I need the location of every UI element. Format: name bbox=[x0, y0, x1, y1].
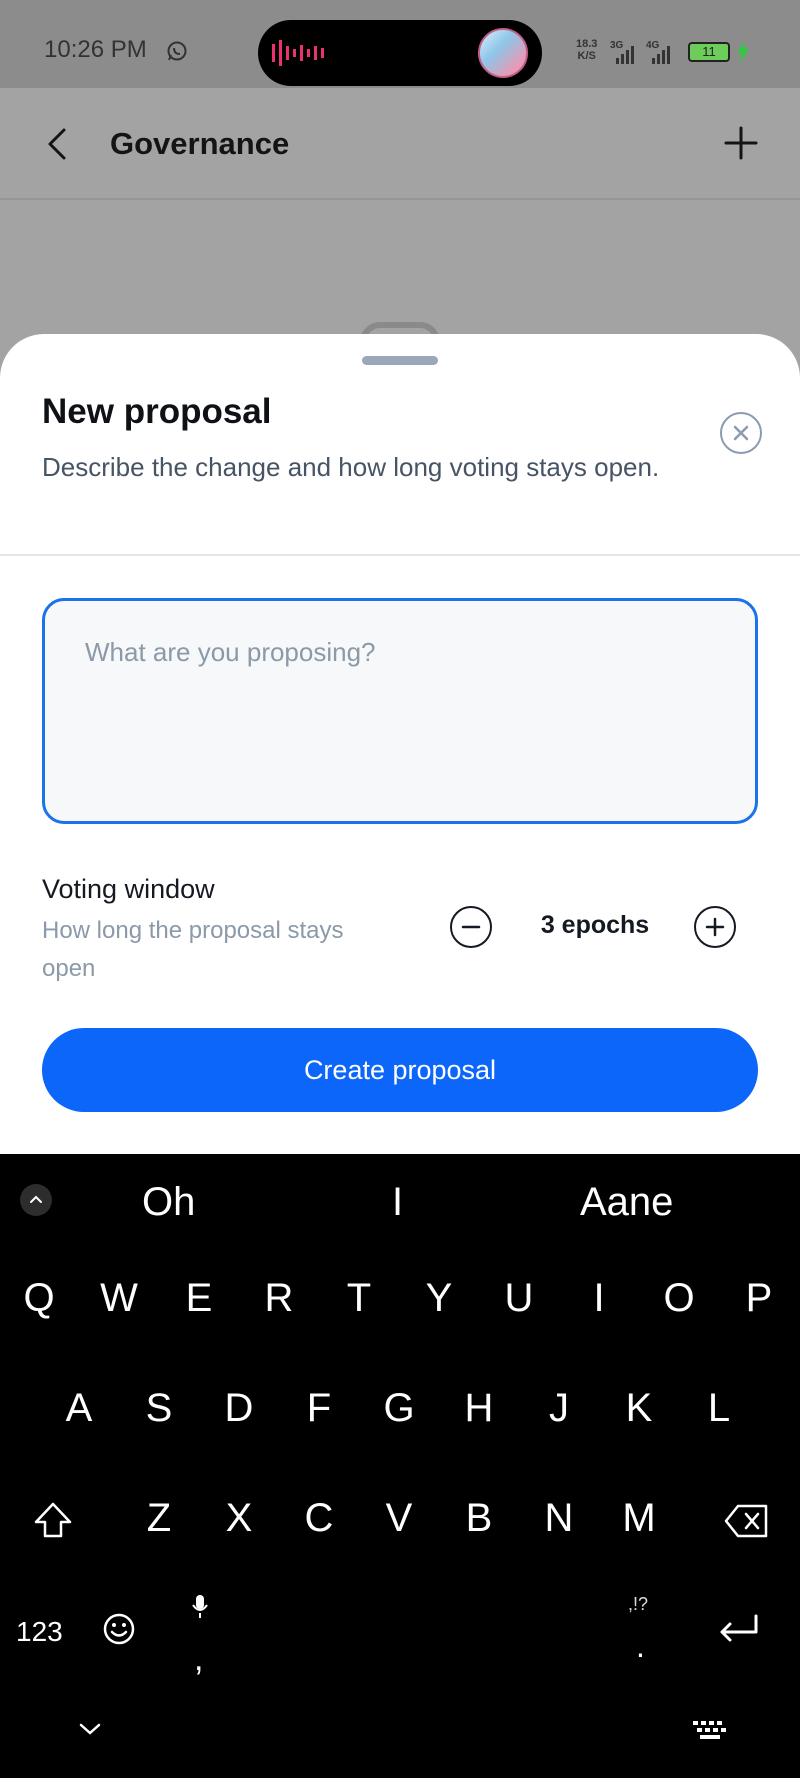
suggestions-toggle[interactable] bbox=[20, 1184, 52, 1216]
app-bar: Governance bbox=[0, 88, 800, 200]
comma-key[interactable]: , bbox=[194, 1640, 203, 1679]
new-proposal-sheet: New proposal Describe the change and how… bbox=[0, 334, 800, 1154]
shift-icon[interactable] bbox=[32, 1500, 74, 1542]
key-m[interactable]: M bbox=[604, 1496, 674, 1541]
signal-icon: 3G 4G bbox=[610, 40, 670, 64]
add-icon[interactable] bbox=[720, 122, 762, 164]
voting-window-description: How long the proposal stays open bbox=[42, 917, 344, 982]
key-e[interactable]: E bbox=[164, 1276, 234, 1321]
svg-text:3G: 3G bbox=[610, 40, 624, 51]
key-x[interactable]: X bbox=[204, 1496, 274, 1541]
key-b[interactable]: B bbox=[444, 1496, 514, 1541]
key-a[interactable]: A bbox=[44, 1386, 114, 1431]
key-g[interactable]: G bbox=[364, 1386, 434, 1431]
close-button[interactable] bbox=[720, 412, 762, 454]
divider bbox=[0, 554, 800, 556]
key-n[interactable]: N bbox=[524, 1496, 594, 1541]
key-d[interactable]: D bbox=[204, 1386, 274, 1431]
sheet-drag-handle[interactable] bbox=[362, 356, 438, 365]
proposal-input-placeholder: What are you proposing? bbox=[85, 637, 376, 667]
key-t[interactable]: T bbox=[324, 1276, 394, 1321]
microphone-icon[interactable] bbox=[190, 1594, 210, 1620]
emoji-icon[interactable] bbox=[102, 1612, 136, 1646]
suggestion-1[interactable]: Oh bbox=[142, 1180, 195, 1225]
key-y[interactable]: Y bbox=[404, 1276, 474, 1321]
key-s[interactable]: S bbox=[124, 1386, 194, 1431]
key-k[interactable]: K bbox=[604, 1386, 674, 1431]
proposal-input[interactable]: What are you proposing? bbox=[42, 598, 758, 824]
create-proposal-button[interactable]: Create proposal bbox=[42, 1028, 758, 1112]
key-f[interactable]: F bbox=[284, 1386, 354, 1431]
battery-icon: 11 bbox=[688, 42, 730, 62]
voting-window-value: 3 epochs bbox=[540, 911, 650, 939]
key-l[interactable]: L bbox=[684, 1386, 754, 1431]
media-avatar[interactable] bbox=[478, 28, 528, 78]
chevron-up-icon bbox=[30, 1195, 42, 1203]
suggestion-3[interactable]: Aane bbox=[580, 1180, 673, 1225]
key-o[interactable]: O bbox=[644, 1276, 714, 1321]
whatsapp-icon bbox=[167, 41, 187, 61]
increase-epochs-button[interactable] bbox=[694, 906, 736, 948]
decrease-epochs-button[interactable] bbox=[450, 906, 492, 948]
key-c[interactable]: C bbox=[284, 1496, 354, 1541]
punctuation-hint: ,!? bbox=[628, 1594, 649, 1614]
backspace-icon[interactable] bbox=[724, 1504, 770, 1538]
audio-wave-icon bbox=[272, 40, 324, 66]
sheet-title: New proposal bbox=[42, 392, 272, 431]
key-r[interactable]: R bbox=[244, 1276, 314, 1321]
key-i[interactable]: I bbox=[564, 1276, 634, 1321]
sheet-subtitle: Describe the change and how long voting … bbox=[42, 452, 660, 482]
key-w[interactable]: W bbox=[84, 1276, 154, 1321]
plus-icon bbox=[705, 917, 725, 937]
enter-icon[interactable] bbox=[716, 1612, 762, 1646]
minus-icon bbox=[461, 925, 481, 929]
numbers-key[interactable]: 123 bbox=[16, 1616, 63, 1648]
voting-window-label: Voting window bbox=[42, 874, 215, 904]
key-q[interactable]: Q bbox=[4, 1276, 74, 1321]
page-title: Governance bbox=[110, 126, 290, 161]
status-bar: 10:26 PM 18.3 K/S 3G 4G 11 bbox=[0, 0, 800, 88]
period-key[interactable]: . bbox=[636, 1628, 645, 1665]
keyboard-switch-icon[interactable] bbox=[692, 1720, 728, 1740]
suggestion-2[interactable]: I bbox=[392, 1180, 403, 1225]
svg-text:4G: 4G bbox=[646, 40, 660, 51]
hide-keyboard-icon[interactable] bbox=[78, 1722, 102, 1736]
charging-icon bbox=[737, 41, 749, 63]
status-time: 10:26 PM bbox=[44, 36, 147, 63]
close-icon bbox=[733, 425, 749, 441]
key-v[interactable]: V bbox=[364, 1496, 434, 1541]
key-h[interactable]: H bbox=[444, 1386, 514, 1431]
key-j[interactable]: J bbox=[524, 1386, 594, 1431]
key-p[interactable]: P bbox=[724, 1276, 794, 1321]
network-speed: 18.3 K/S bbox=[576, 38, 598, 62]
key-u[interactable]: U bbox=[484, 1276, 554, 1321]
key-z[interactable]: Z bbox=[124, 1496, 194, 1541]
keyboard: Oh I Aane Q W E R T Y U I O P A S D F G … bbox=[0, 1154, 800, 1778]
back-arrow-icon[interactable] bbox=[38, 124, 78, 164]
